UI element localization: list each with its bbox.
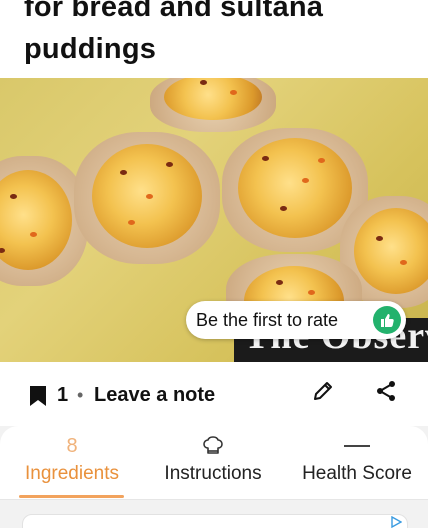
bookmark-icon[interactable]	[29, 385, 47, 407]
rate-button[interactable]: Be the first to rate	[186, 301, 406, 339]
active-tab-indicator	[19, 495, 124, 498]
ingredient-count: 8	[66, 434, 78, 457]
muffin-image	[150, 78, 276, 132]
chef-hat-icon	[203, 436, 223, 454]
rate-prompt: Be the first to rate	[196, 309, 339, 330]
tab-health-score[interactable]: Health Score	[290, 426, 424, 500]
tab-instructions[interactable]: Instructions	[150, 426, 276, 500]
edit-pencil-icon[interactable]	[311, 379, 335, 403]
tab-label: Health Score	[302, 463, 412, 484]
tab-label: Instructions	[164, 463, 262, 484]
recipe-title: for bread and sultana puddings	[24, 0, 324, 65]
muffin-image	[74, 132, 220, 264]
separator-dot: •	[77, 385, 84, 405]
content-card	[22, 514, 408, 528]
ad-choices-icon[interactable]	[390, 516, 402, 528]
tab-ingredients[interactable]: 8 Ingredients	[10, 426, 134, 500]
recipe-tabs: 8 Ingredients Instructions Health Score	[0, 426, 428, 500]
dash-icon	[344, 445, 370, 447]
leave-note-link[interactable]: Leave a note	[94, 384, 215, 407]
bookmark-count: 1	[57, 384, 69, 406]
recipe-header: for bread and sultana puddings	[0, 0, 428, 78]
recipe-actions-bar: 1 • Leave a note	[0, 362, 428, 426]
thumbs-up-icon	[373, 306, 401, 334]
share-icon[interactable]	[374, 379, 398, 403]
tab-label: Ingredients	[24, 463, 119, 484]
